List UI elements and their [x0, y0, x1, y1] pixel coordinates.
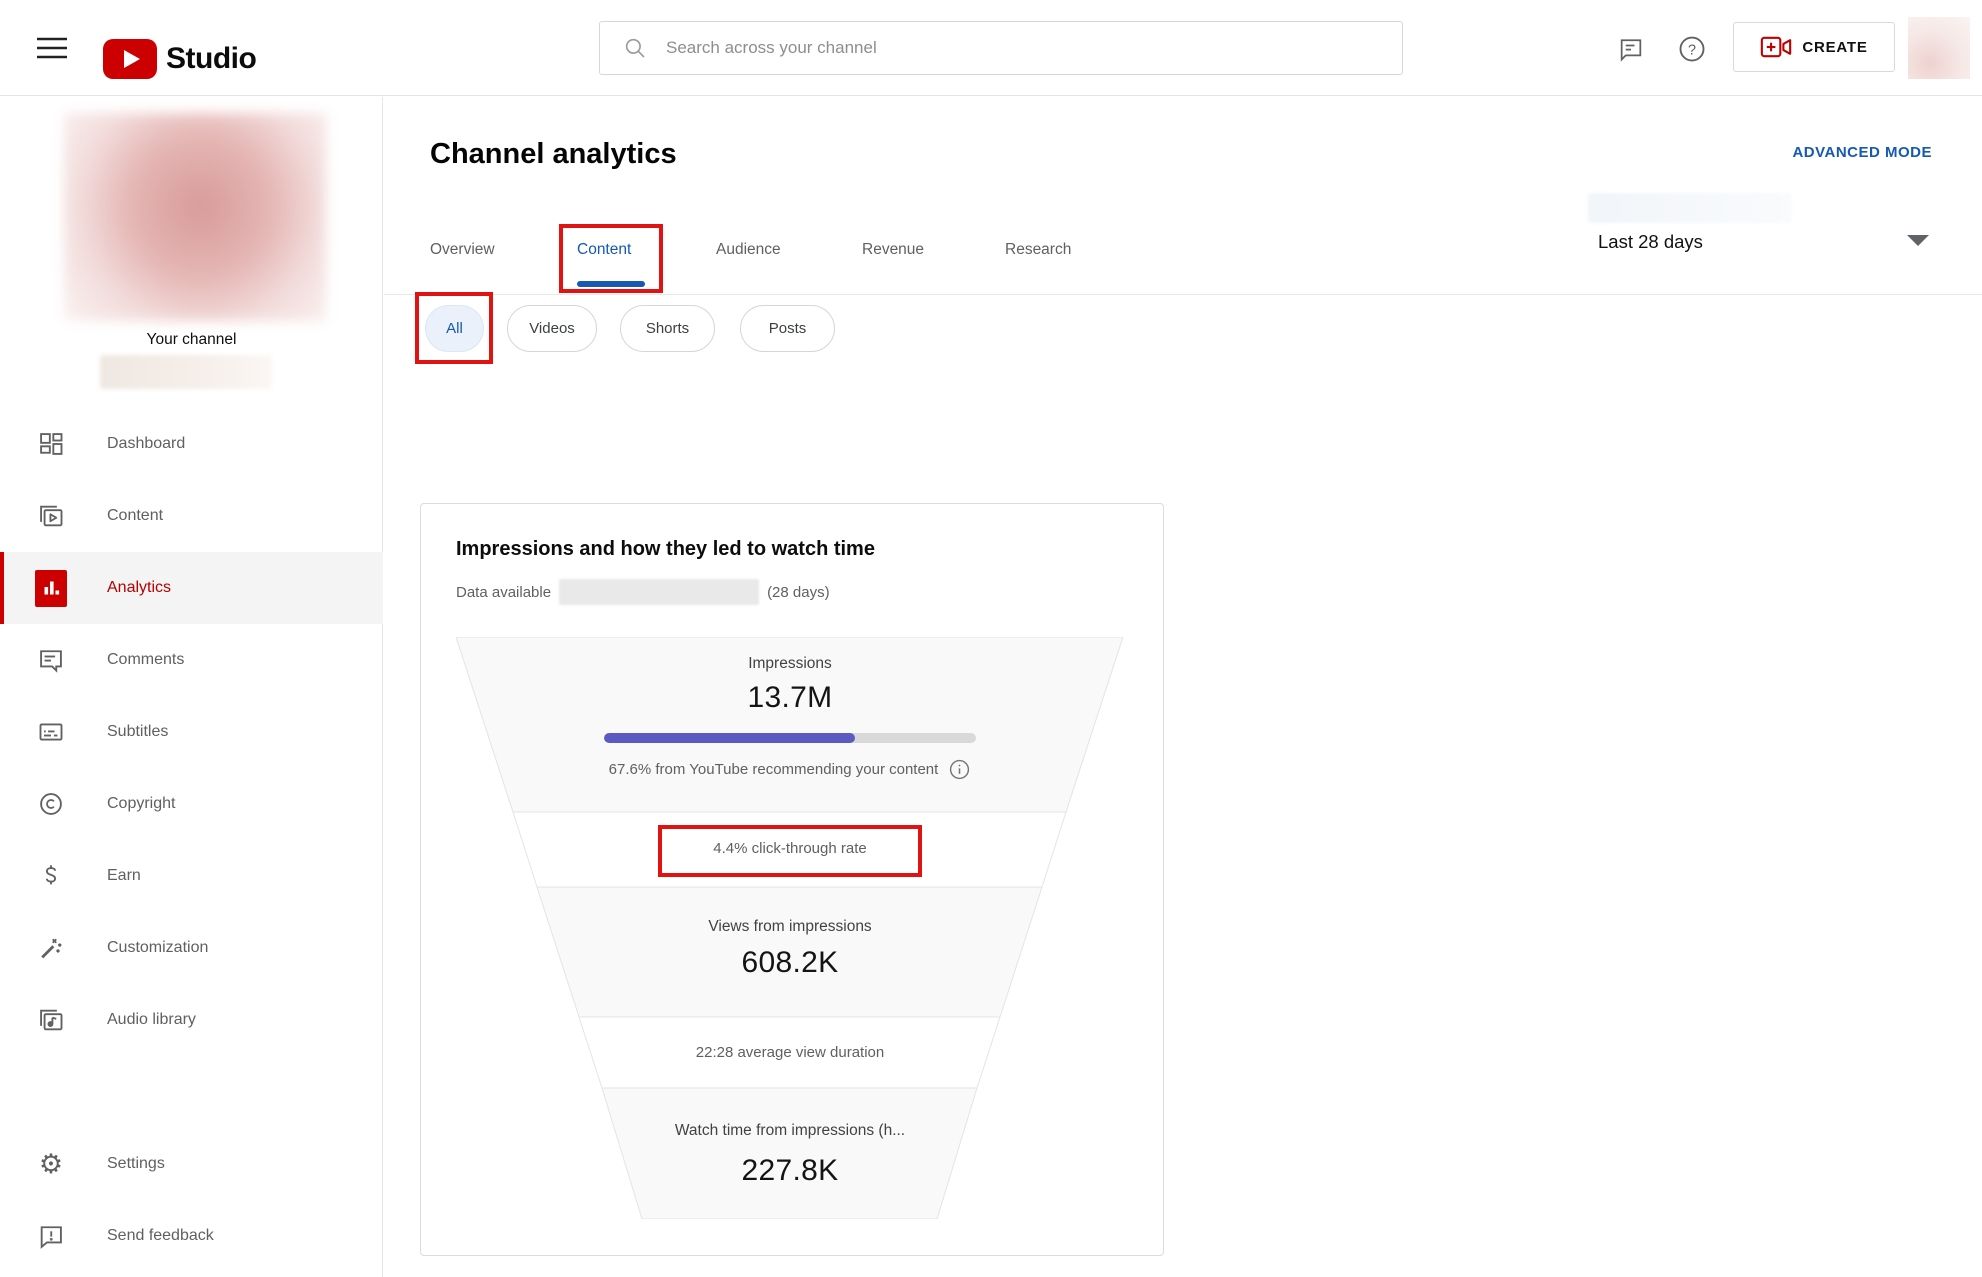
impressions-label: Impressions [456, 655, 1124, 673]
tab-research[interactable]: Research [1005, 238, 1071, 262]
comments-icon [35, 644, 67, 676]
chevron-down-icon[interactable] [1907, 235, 1929, 246]
youtube-studio-analytics-screen: Studio ? [0, 0, 1982, 1277]
copyright-icon [35, 788, 67, 820]
create-video-icon [1760, 34, 1792, 60]
impressions-source-caption: 67.6% from YouTube recommending your con… [609, 761, 939, 778]
youtube-studio-logo[interactable]: Studio [103, 39, 256, 79]
watch-time-value: 227.8K [456, 1154, 1124, 1188]
sidebar-item-customization[interactable]: Customization [0, 912, 383, 984]
date-range-blurred [1588, 193, 1792, 223]
youtube-play-icon [103, 39, 157, 79]
funnel-card-title: Impressions and how they led to watch ti… [456, 538, 875, 561]
chip-videos[interactable]: Videos [507, 305, 597, 352]
hamburger-icon [30, 32, 74, 64]
sidebar-item-analytics[interactable]: Analytics [0, 552, 383, 624]
info-icon[interactable] [948, 758, 971, 781]
chip-posts[interactable]: Posts [740, 305, 835, 352]
sidebar-item-comments[interactable]: Comments [0, 624, 383, 696]
content-icon [35, 500, 67, 532]
active-tab-underline [577, 281, 645, 287]
feedback-exclaim-icon [35, 1220, 67, 1252]
account-avatar[interactable] [1908, 17, 1970, 79]
your-channel-label: Your channel [0, 331, 383, 349]
data-availability-row: Data available (28 days) [456, 579, 830, 605]
settings-gear-icon: ⚙ [35, 1148, 67, 1180]
earn-dollar-icon [35, 860, 67, 892]
impressions-source-row: 67.6% from YouTube recommending your con… [456, 758, 1124, 781]
search-icon [622, 35, 648, 61]
analytics-icon [35, 572, 67, 604]
chip-shorts[interactable]: Shorts [620, 305, 715, 352]
sidebar-item-earn[interactable]: Earn [0, 840, 383, 912]
views-from-impressions-value: 608.2K [456, 946, 1124, 980]
click-through-rate-caption: 4.4% click-through rate [456, 840, 1124, 857]
svg-text:?: ? [1688, 42, 1696, 58]
sidebar-item-audio-library[interactable]: Audio library [0, 984, 383, 1056]
customization-wand-icon [35, 932, 67, 964]
tab-overview[interactable]: Overview [430, 238, 495, 262]
impressions-progress-fill [604, 733, 855, 743]
sidebar-item-copyright[interactable]: Copyright [0, 768, 383, 840]
hamburger-menu-button[interactable] [30, 32, 74, 64]
chip-all[interactable]: All [425, 305, 484, 352]
advanced-mode-link[interactable]: ADVANCED MODE [1792, 144, 1932, 161]
views-from-impressions-label: Views from impressions [456, 918, 1124, 936]
sidebar: Your channel Dashboard Content [0, 97, 383, 1277]
subtitles-icon [35, 716, 67, 748]
help-button[interactable]: ? [1676, 33, 1708, 65]
impressions-source-progress [604, 733, 976, 743]
tab-revenue[interactable]: Revenue [862, 238, 924, 262]
page-title: Channel analytics [430, 138, 677, 171]
help-icon: ? [1677, 34, 1707, 64]
sidebar-item-subtitles[interactable]: Subtitles [0, 696, 383, 768]
tab-audience[interactable]: Audience [716, 238, 781, 262]
create-button-label: CREATE [1802, 39, 1867, 56]
search-input[interactable] [666, 38, 1402, 58]
date-range-selector[interactable]: Last 28 days [1598, 231, 1703, 253]
send-feedback-topbar-button[interactable] [1615, 33, 1647, 65]
dashboard-icon [35, 428, 67, 460]
impressions-value: 13.7M [456, 681, 1124, 715]
average-view-duration-caption: 22:28 average view duration [456, 1044, 1124, 1061]
create-button[interactable]: CREATE [1733, 22, 1895, 72]
availability-dates-blurred [559, 579, 759, 605]
tab-content[interactable]: Content [577, 238, 631, 262]
sidebar-item-dashboard[interactable]: Dashboard [0, 408, 383, 480]
channel-search-box[interactable] [599, 21, 1403, 75]
sidebar-item-settings[interactable]: ⚙ Settings [0, 1128, 383, 1200]
channel-name-blurred [100, 355, 272, 389]
channel-avatar-blurred[interactable] [64, 113, 326, 321]
sidebar-item-content[interactable]: Content [0, 480, 383, 552]
availability-prefix: Data available [456, 584, 551, 601]
studio-wordmark: Studio [166, 42, 256, 76]
availability-suffix: (28 days) [767, 584, 830, 601]
feedback-bubble-icon [1617, 35, 1645, 63]
audio-library-icon [35, 1004, 67, 1036]
tabs-divider [384, 294, 1982, 295]
sidebar-item-send-feedback[interactable]: Send feedback [0, 1200, 383, 1272]
watch-time-label: Watch time from impressions (h... [456, 1122, 1124, 1140]
topbar: Studio ? [0, 0, 1982, 96]
